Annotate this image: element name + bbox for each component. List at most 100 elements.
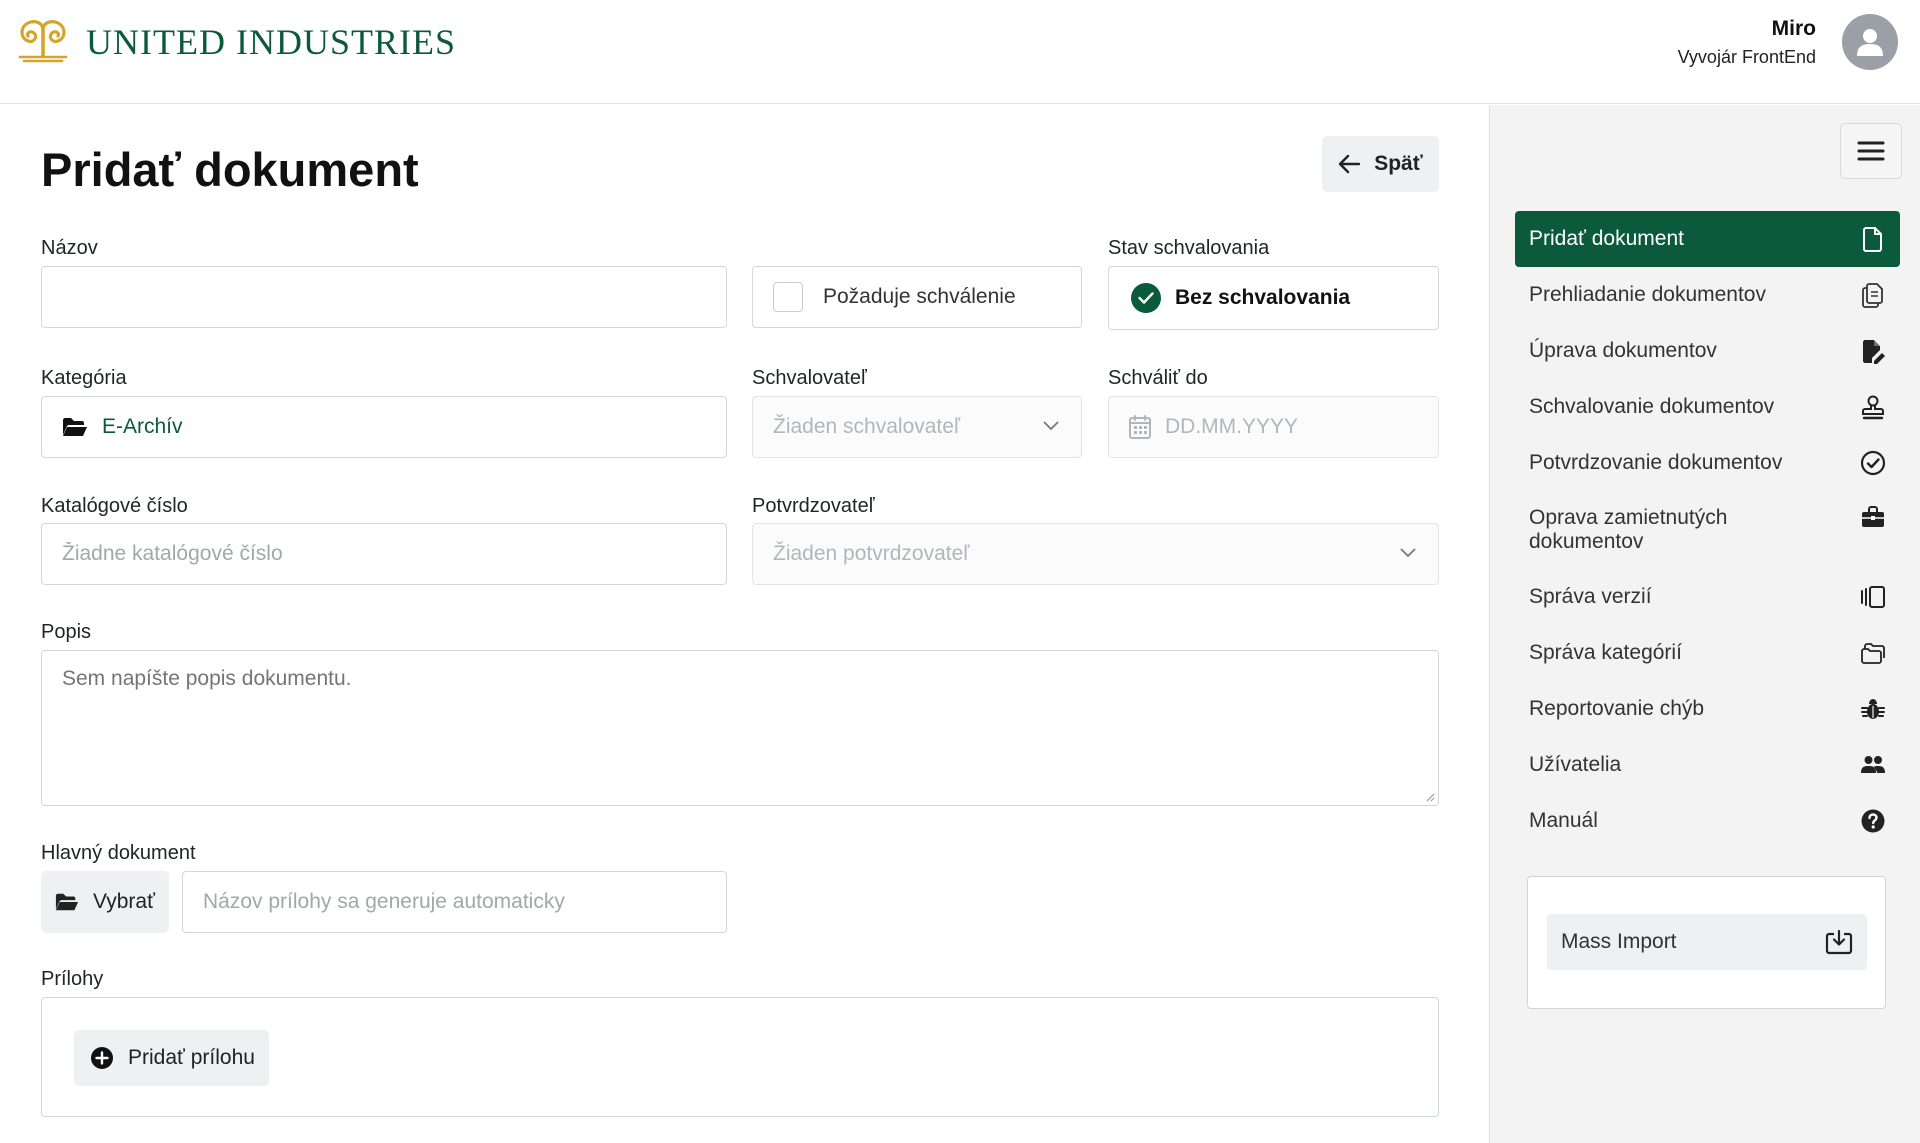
mass-import-label: Mass Import — [1561, 930, 1677, 953]
catalog-input[interactable] — [62, 524, 726, 584]
attachment-name-wrap — [182, 871, 727, 933]
requires-approval-label: Požaduje schválenie — [823, 285, 1016, 308]
sidebar-item-label: Správa kategórií — [1529, 641, 1682, 664]
bug-icon — [1861, 699, 1885, 719]
check-icon — [1138, 292, 1154, 304]
question-circle-icon — [1861, 809, 1885, 833]
add-attachment-button[interactable]: Pridať prílohu — [74, 1030, 269, 1086]
approve-by-date[interactable]: DD.MM.YYYY — [1108, 396, 1439, 458]
file-icon — [1863, 227, 1882, 252]
category-select[interactable]: E-Archív — [41, 396, 727, 458]
approval-status-box: Bez schvalovania — [1108, 266, 1439, 330]
requires-approval-toggle[interactable]: Požaduje schválenie — [752, 266, 1082, 328]
requires-approval-checkbox[interactable] — [773, 282, 803, 312]
attachments-label: Prílohy — [41, 968, 104, 990]
sidebar-item-label: Oprava zamietnutých dokumentov — [1529, 506, 1728, 553]
user-name: Miro — [1771, 17, 1816, 40]
download-tray-icon — [1825, 929, 1853, 955]
approver-select[interactable]: Žiaden schvalovateľ — [752, 396, 1082, 458]
sidebar-item-bug-reporting[interactable]: Reportovanie chýb — [1515, 681, 1900, 737]
back-button-label: Späť — [1374, 152, 1423, 175]
sidebar-item-category-management[interactable]: Správa kategórií — [1515, 625, 1900, 681]
name-field-wrap — [41, 266, 727, 328]
category-value: E-Archív — [102, 415, 183, 438]
sidebar-item-label: Užívatelia — [1529, 753, 1622, 776]
approver-label: Schvalovateľ — [752, 367, 867, 389]
sidebar-item-users[interactable]: Užívatelia — [1515, 737, 1900, 793]
user-icon — [1857, 29, 1883, 56]
file-edit-icon — [1863, 340, 1885, 364]
sidebar: Pridať dokument Prehliadanie dokumentov … — [1489, 105, 1920, 1143]
app-header: UNITED INDUSTRIES Miro Vyvojár FrontEnd — [0, 0, 1920, 104]
choose-file-label: Vybrať — [93, 890, 155, 913]
sidebar-item-label: Úprava dokumentov — [1529, 339, 1717, 362]
user-menu[interactable]: Miro Vyvojár FrontEnd — [1678, 14, 1898, 70]
description-textarea[interactable] — [62, 667, 1418, 789]
mass-import-button[interactable]: Mass Import — [1547, 914, 1867, 970]
sidebar-item-label: Potvrdzovanie dokumentov — [1529, 451, 1783, 474]
sidebar-item-label: Prehliadanie dokumentov — [1529, 283, 1766, 306]
toolbox-icon — [1862, 506, 1884, 527]
sidebar-item-add-document[interactable]: Pridať dokument — [1515, 211, 1900, 267]
category-label: Kategória — [41, 367, 127, 389]
choose-file-button[interactable]: Vybrať — [41, 871, 169, 933]
page-title: Pridať dokument — [41, 143, 419, 196]
back-button[interactable]: Späť — [1322, 136, 1439, 192]
sidebar-item-browse-documents[interactable]: Prehliadanie dokumentov — [1515, 267, 1900, 323]
folders-icon — [1861, 643, 1885, 664]
name-input[interactable] — [62, 267, 726, 327]
sidebar-item-label: Pridať dokument — [1529, 227, 1684, 250]
sidebar-item-fix-rejected[interactable]: Oprava zamietnutých dokumentov — [1515, 491, 1900, 569]
approve-by-placeholder: DD.MM.YYYY — [1165, 415, 1299, 438]
attachments-box: Pridať prílohu — [41, 997, 1439, 1117]
mass-import-card: Mass Import — [1527, 876, 1886, 1009]
chevron-down-icon — [1400, 548, 1416, 557]
approver-placeholder: Žiaden schvalovateľ — [773, 415, 961, 438]
calendar-icon — [1129, 415, 1151, 439]
approval-status-value: Bez schvalovania — [1175, 286, 1351, 309]
chevron-down-icon — [1043, 421, 1059, 430]
main-doc-label: Hlavný dokument — [41, 842, 196, 864]
add-attachment-label: Pridať prílohu — [128, 1046, 255, 1069]
sidebar-nav: Pridať dokument Prehliadanie dokumentov … — [1515, 211, 1900, 849]
logo-emblem-icon — [18, 20, 68, 63]
resize-grip-icon[interactable] — [1425, 792, 1435, 802]
logo-text: UNITED INDUSTRIES — [86, 22, 456, 62]
attachment-name-input[interactable] — [203, 872, 726, 932]
approval-status-label: Stav schvalovania — [1108, 237, 1270, 259]
folder-open-icon — [55, 893, 79, 911]
confirmer-label: Potvrdzovateľ — [752, 495, 875, 517]
sidebar-item-confirm-documents[interactable]: Potvrdzovanie dokumentov — [1515, 435, 1900, 491]
sidebar-item-label: Schvalovanie dokumentov — [1529, 395, 1775, 418]
sidebar-item-label: Reportovanie chýb — [1529, 697, 1705, 720]
user-role: Vyvojár FrontEnd — [1677, 47, 1816, 67]
folder-open-icon — [63, 418, 87, 436]
name-label: Názov — [41, 237, 98, 259]
confirmer-select[interactable]: Žiaden potvrdzovateľ — [752, 523, 1439, 585]
versions-icon — [1861, 586, 1885, 608]
sidebar-item-label: Manuál — [1529, 809, 1598, 832]
users-icon — [1861, 756, 1885, 773]
files-icon — [1862, 283, 1883, 308]
confirmer-placeholder: Žiaden potvrdzovateľ — [773, 542, 970, 565]
sidebar-item-approve-documents[interactable]: Schvalovanie dokumentov — [1515, 379, 1900, 435]
menu-toggle-button[interactable] — [1840, 123, 1902, 179]
main-content: Pridať dokument Späť Názov Požaduje schv… — [0, 105, 1489, 1143]
description-field-wrap — [41, 650, 1439, 806]
sidebar-item-version-management[interactable]: Správa verzií — [1515, 569, 1900, 625]
logo[interactable]: UNITED INDUSTRIES — [14, 20, 456, 64]
description-label: Popis — [41, 621, 92, 643]
arrow-left-icon — [1339, 154, 1361, 174]
avatar[interactable] — [1842, 14, 1898, 70]
sidebar-item-label: Správa verzií — [1529, 585, 1652, 608]
catalog-field-wrap — [41, 523, 727, 585]
sidebar-item-manual[interactable]: Manuál — [1515, 793, 1900, 849]
sidebar-item-edit-documents[interactable]: Úprava dokumentov — [1515, 323, 1900, 379]
approve-by-label: Schváliť do — [1108, 367, 1208, 389]
stamp-icon — [1862, 395, 1884, 420]
plus-circle-icon — [91, 1047, 113, 1069]
status-check-wrap — [1131, 283, 1161, 313]
hamburger-icon — [1857, 141, 1885, 161]
check-circle-icon — [1860, 450, 1886, 476]
catalog-label: Katalógové číslo — [41, 495, 188, 517]
